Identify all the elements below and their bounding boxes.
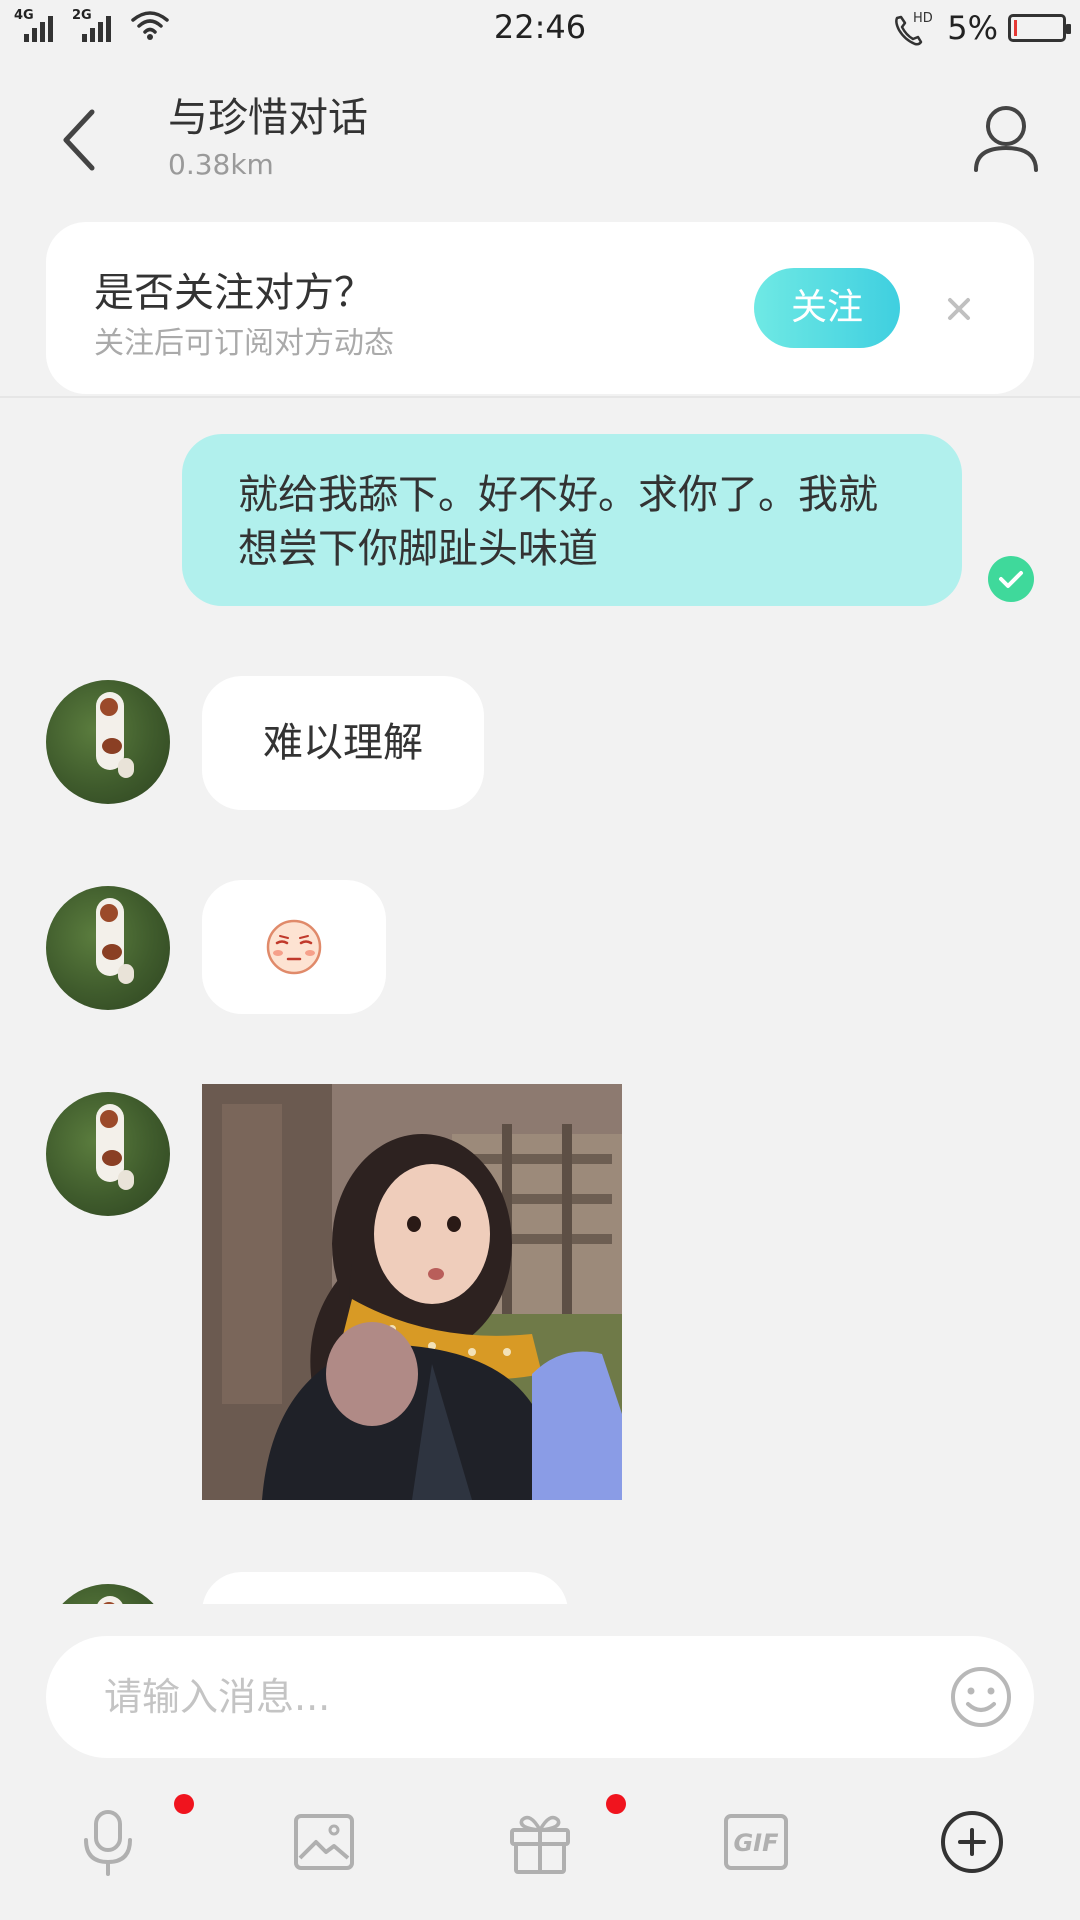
plus-circle-icon bbox=[941, 1811, 1003, 1873]
message-composer bbox=[46, 1636, 1034, 1758]
avatar[interactable] bbox=[46, 1092, 170, 1216]
more-button[interactable] bbox=[936, 1806, 1008, 1878]
image-button[interactable] bbox=[288, 1806, 360, 1878]
incoming-message-bubble[interactable]: 难以理解 bbox=[202, 676, 484, 810]
gift-icon bbox=[510, 1815, 570, 1874]
battery-icon bbox=[1008, 14, 1071, 42]
microphone-icon bbox=[84, 1810, 132, 1876]
back-button[interactable] bbox=[52, 100, 112, 180]
gif-button[interactable]: GIF bbox=[720, 1806, 792, 1878]
sent-check-icon bbox=[988, 556, 1034, 602]
hd-call-icon: HD bbox=[895, 11, 933, 46]
voice-button[interactable] bbox=[72, 1806, 144, 1878]
photo-girl-scarf bbox=[202, 1084, 622, 1500]
message-text: 难以理解 bbox=[263, 720, 423, 766]
svg-text:HD: HD bbox=[913, 11, 933, 26]
chevron-left-icon bbox=[63, 109, 95, 171]
user-profile-icon bbox=[974, 106, 1038, 172]
avatar[interactable] bbox=[46, 1584, 170, 1604]
battery-percent: 5% bbox=[947, 9, 998, 47]
image-icon bbox=[294, 1814, 354, 1870]
battery-level bbox=[1014, 20, 1017, 36]
message-list[interactable]: 就给我舔下。好不好。求你了。我就想尝下你脚趾头味道 难以理解 bbox=[0, 398, 1080, 1604]
smirk-face-emoji-icon bbox=[266, 919, 322, 975]
incoming-photo[interactable] bbox=[202, 1084, 622, 1500]
follow-button[interactable]: 关注 bbox=[754, 268, 900, 348]
gif-icon: GIF bbox=[724, 1814, 788, 1870]
incoming-message-bubble[interactable] bbox=[202, 1572, 568, 1604]
smiley-icon bbox=[951, 1667, 1011, 1727]
dismiss-follow-button[interactable] bbox=[934, 284, 984, 334]
status-bar: 4G 2G 22:46 HD 5% bbox=[0, 0, 1080, 56]
gift-badge bbox=[606, 1794, 626, 1814]
follow-prompt-card: 是否关注对方？ 关注后可订阅对方动态 关注 bbox=[46, 222, 1034, 394]
status-bar-right: HD 5% bbox=[891, 8, 1071, 48]
incoming-emoji-bubble[interactable] bbox=[202, 880, 386, 1014]
message-input[interactable] bbox=[104, 1658, 924, 1736]
header-title-block: 与珍惜对话 0.38km bbox=[168, 92, 368, 181]
close-icon bbox=[948, 298, 970, 320]
gift-button[interactable] bbox=[504, 1806, 576, 1878]
page-title: 与珍惜对话 bbox=[168, 95, 368, 141]
profile-button[interactable] bbox=[970, 100, 1042, 176]
distance-label: 0.38km bbox=[168, 148, 274, 181]
follow-prompt-subtitle: 关注后可订阅对方动态 bbox=[94, 326, 394, 361]
follow-prompt-title: 是否关注对方？ bbox=[94, 270, 374, 316]
chat-screen: 4G 2G 22:46 HD 5% 与珍惜对话 0.38km 是否关注对方？ 关… bbox=[0, 0, 1080, 1920]
avatar[interactable] bbox=[46, 886, 170, 1010]
avatar[interactable] bbox=[46, 680, 170, 804]
voice-badge bbox=[174, 1794, 194, 1814]
emoji-button[interactable] bbox=[944, 1660, 1018, 1734]
svg-text:GIF: GIF bbox=[733, 1829, 779, 1857]
outgoing-message-bubble[interactable]: 就给我舔下。好不好。求你了。我就想尝下你脚趾头味道 bbox=[182, 434, 962, 606]
